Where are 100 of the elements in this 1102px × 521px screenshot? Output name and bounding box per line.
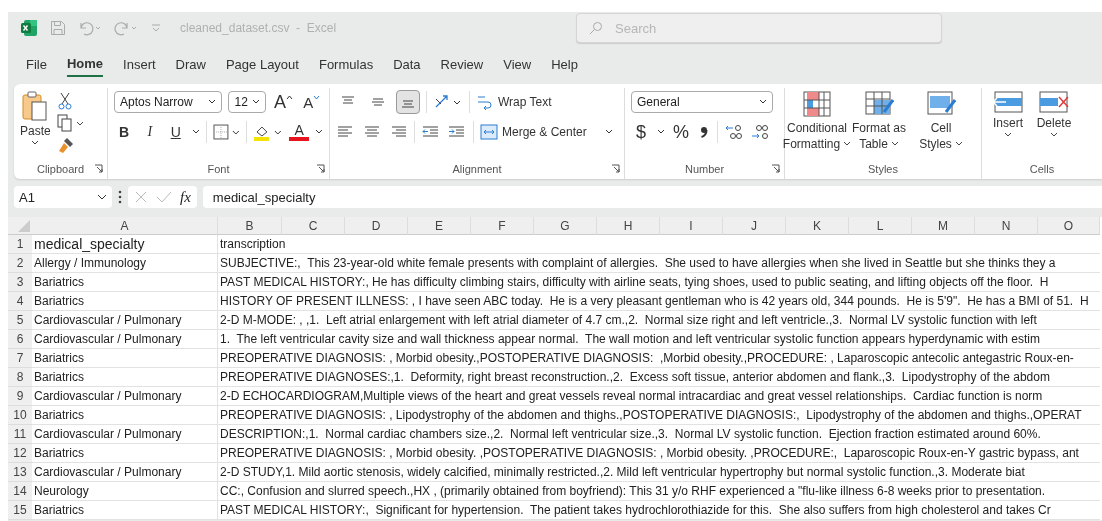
wrap-text-button[interactable]: Wrap Text	[476, 93, 552, 111]
lines-icon	[370, 95, 386, 109]
ribbon-tab[interactable]: View	[503, 52, 532, 76]
paste-button[interactable]: Paste	[20, 90, 51, 157]
row-header[interactable]: 7	[8, 349, 32, 368]
column-header[interactable]: A	[32, 217, 218, 235]
column-header[interactable]: N	[975, 217, 1038, 235]
row-header[interactable]: 8	[8, 368, 32, 387]
caret-icon	[890, 141, 899, 147]
caret-icon[interactable]	[657, 129, 665, 135]
table-cell: Bariatrics	[34, 408, 84, 422]
table-cell: transcription	[220, 237, 286, 251]
row-header[interactable]: 10	[8, 406, 32, 425]
row-header[interactable]: 15	[8, 501, 32, 520]
row-header[interactable]: 2	[8, 254, 32, 273]
ribbon-tab[interactable]: Review	[440, 52, 484, 76]
ribbon-tab[interactable]: Formulas	[318, 52, 374, 76]
row-header[interactable]: 9	[8, 387, 32, 406]
insert-cells-button[interactable]: Insert	[988, 90, 1028, 157]
column-header[interactable]: J	[723, 217, 786, 235]
row-header[interactable]: 11	[8, 425, 32, 444]
number-format-dropdown[interactable]: General	[631, 91, 773, 113]
font-size-dropdown[interactable]: 12	[228, 91, 267, 113]
row-header[interactable]: 5	[8, 311, 32, 330]
row-header[interactable]: 6	[8, 330, 32, 349]
font-color-button[interactable]: A	[289, 123, 310, 141]
table-styles-button[interactable]: Format as Table	[849, 90, 909, 157]
decrease-indent-icon[interactable]	[421, 124, 441, 140]
row-header[interactable]: 3	[8, 273, 32, 292]
table-cell: 2-D ECHOCARDIOGRAM,Multiple views of the heart and great vessels reveal normal intracardiac and great vessel relationships. Cardiac function is norm	[220, 389, 1043, 403]
decrease-font-size-button[interactable]: A	[300, 93, 323, 111]
highlighted-grid-icon	[802, 90, 832, 118]
column-header[interactable]: L	[849, 217, 912, 235]
merge-center-button[interactable]: Merge & Center	[480, 124, 613, 140]
column-header[interactable]: O	[1038, 217, 1100, 235]
table-cell: Cardiovascular / Pulmonary	[34, 313, 182, 327]
table-cell: CC:, Confusion and slurred speech.,HX , (primarily obtained from boyfriend): This 31 y/o RHF experienced a "flu-like illness 6-8 weeks prior to presentation.	[220, 484, 1046, 498]
cell-styles-button[interactable]: Cell Styles	[911, 90, 971, 157]
ribbon-tab[interactable]: Draw	[175, 52, 206, 76]
dialog-launcher-icon[interactable]	[611, 164, 620, 173]
table-cell: 2-D M-MODE: , ,1. Left atrial enlargement with left atrial diameter of 4.7 cm.,2. Normal size right and left ventricle.,3. Normal LV systolic function with left	[220, 313, 1037, 327]
group-label: Alignment	[452, 163, 502, 175]
column-header[interactable]: F	[471, 217, 534, 235]
column-header[interactable]: B	[218, 217, 282, 235]
table-cell: Bariatrics	[34, 351, 84, 365]
dialog-launcher-icon[interactable]	[771, 164, 780, 173]
ribbon-tab[interactable]: Data	[393, 52, 421, 76]
increase-indent-icon[interactable]	[447, 124, 467, 140]
search-field[interactable]: Search	[576, 13, 942, 43]
borders-icon[interactable]	[212, 123, 241, 141]
delete-cells-button[interactable]: Delete	[1034, 90, 1074, 157]
table-cell: Bariatrics	[34, 503, 84, 517]
column-header[interactable]: I	[660, 217, 723, 235]
column-header[interactable]: E	[408, 217, 471, 235]
ribbon-tab[interactable]: Insert	[123, 52, 156, 76]
align-bottom-button[interactable]	[396, 90, 420, 114]
currency-button[interactable]: $	[631, 121, 651, 143]
row-header[interactable]: 12	[8, 444, 32, 463]
align-center-icon[interactable]	[362, 124, 382, 140]
dialog-launcher-icon[interactable]	[94, 164, 103, 173]
row-header[interactable]: 13	[8, 463, 32, 482]
font-name-dropdown[interactable]: Aptos Narrow	[114, 91, 223, 113]
ribbon-tab[interactable]: Help	[551, 52, 578, 76]
column-header[interactable]: M	[912, 217, 975, 235]
format-painter-icon[interactable]	[56, 136, 75, 154]
grid-brush-icon	[926, 90, 956, 118]
window-title: cleaned_dataset.csv - Excel	[180, 21, 338, 35]
underline-button[interactable]: U	[165, 124, 186, 140]
table-cell: Allergy / Immunology	[34, 256, 147, 270]
ribbon-tab[interactable]: Page Layout	[225, 52, 299, 76]
increase-font-size-button[interactable]: A	[272, 91, 295, 113]
insert-function-button[interactable]: fx	[180, 188, 191, 206]
table-cell: PREOPERATIVE DIAGNOSES:,1. Deformity, right breast reconstruction.,2. Excess soft tissue, anterior abdomen and flank.,3. Lipodystrophy of the abdom	[220, 370, 1050, 384]
ribbon-tab[interactable]: File	[26, 52, 47, 76]
cut-icon[interactable]	[56, 92, 73, 110]
name-box[interactable]: A1	[14, 186, 112, 208]
bold-button[interactable]: B	[114, 124, 134, 140]
percent-button[interactable]: %	[671, 121, 691, 143]
caret-icon	[252, 99, 261, 105]
column-header[interactable]: G	[534, 217, 597, 235]
column-header[interactable]: D	[345, 217, 408, 235]
table-cell: Bariatrics	[34, 446, 84, 460]
caret-icon[interactable]	[315, 129, 324, 135]
row-header[interactable]: 1	[8, 235, 32, 254]
column-header[interactable]: K	[786, 217, 849, 235]
dialog-launcher-icon[interactable]	[316, 164, 325, 173]
copy-icon[interactable]	[56, 114, 83, 132]
decrease-decimal-icon[interactable]	[750, 123, 770, 141]
column-header[interactable]: C	[282, 217, 345, 235]
increase-decimal-icon[interactable]	[724, 123, 744, 141]
caret-icon	[208, 99, 217, 105]
row-header[interactable]: 4	[8, 292, 32, 311]
table-cell: Cardiovascular / Pulmonary	[34, 427, 182, 441]
ribbon-tab[interactable]: Home	[66, 51, 104, 77]
column-header[interactable]: H	[597, 217, 660, 235]
caret-icon[interactable]	[191, 129, 200, 135]
italic-button[interactable]: I	[139, 124, 160, 140]
formula-field[interactable]: medical_specialty	[202, 186, 1102, 208]
more-icon[interactable]	[118, 190, 122, 204]
row-header[interactable]: 14	[8, 482, 32, 501]
